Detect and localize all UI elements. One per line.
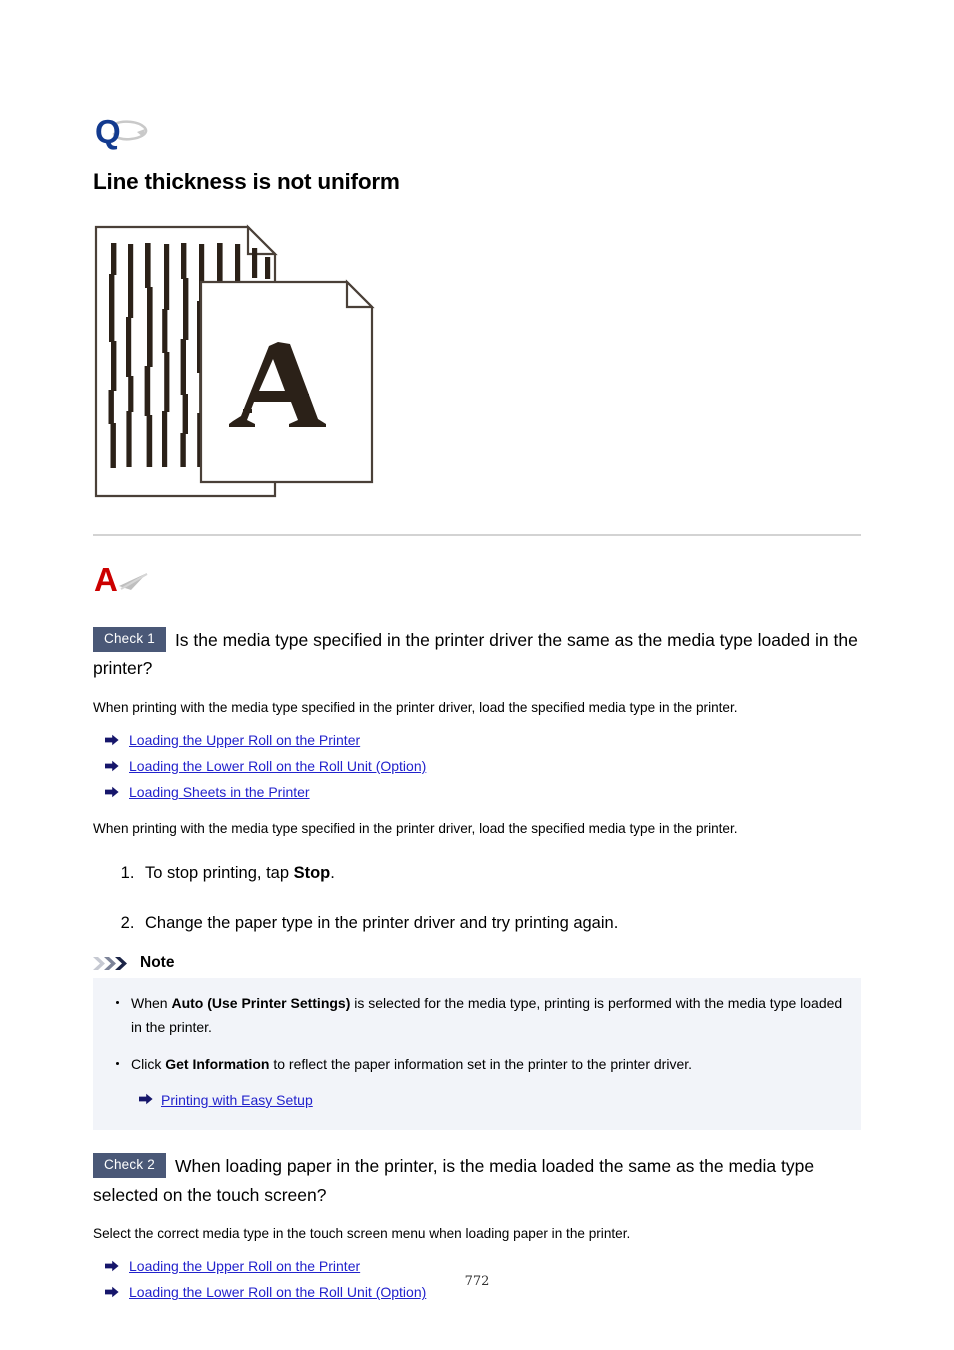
- note-item-2-bold: Get Information: [165, 1056, 270, 1073]
- check-2-intro: Select the correct media type in the tou…: [93, 1226, 631, 1242]
- triple-chevron-icon: [93, 956, 133, 971]
- arrow-right-icon: [139, 1093, 153, 1105]
- page-number: 772: [464, 1274, 490, 1289]
- step-1-suffix: .: [330, 863, 335, 882]
- link-loading-lower-roll[interactable]: Loading the Lower Roll on the Roll Unit …: [129, 758, 426, 774]
- note-item-1-prefix: When: [131, 995, 172, 1012]
- check-1-step-list: To stop printing, tap Stop. Change the p…: [93, 861, 861, 937]
- arrow-right-icon: [105, 786, 119, 798]
- note-title: Note: [140, 954, 175, 972]
- arrow-right-icon: [105, 760, 119, 772]
- check-1-badge: Check 1: [93, 627, 166, 652]
- note-heading: Note: [93, 954, 861, 972]
- list-item: To stop printing, tap Stop.: [139, 861, 861, 886]
- list-item: Loading the Upper Roll on the Printer: [105, 730, 861, 751]
- note-block: Note When Auto (Use Printer Settings) is…: [93, 954, 861, 1131]
- arrow-right-icon: [105, 1260, 119, 1272]
- bullet-icon: [116, 1062, 119, 1066]
- document-page: Q Line thickness is not uniform A Check …: [0, 0, 954, 1350]
- step-1-prefix: To stop printing, tap: [145, 863, 294, 882]
- check-1-heading: Check 1 Is the media type specified in th…: [93, 626, 861, 683]
- section-divider: [93, 534, 861, 537]
- note-item-list: When Auto (Use Printer Settings) is sele…: [109, 992, 845, 1112]
- list-item: Click Get Information to reflect the pap…: [109, 1053, 845, 1112]
- note-item-2-suffix: to reflect the paper information set in …: [269, 1056, 693, 1073]
- step-1-bold: Stop: [293, 863, 331, 882]
- check-1-link-list: Loading the Upper Roll on the Printer Lo…: [93, 730, 861, 804]
- link-loading-upper-roll[interactable]: Loading the Upper Roll on the Printer: [129, 732, 360, 748]
- svg-text:A: A: [94, 561, 118, 598]
- svg-text:Q: Q: [95, 113, 121, 150]
- step-2-prefix: Change the paper type in the printer dri…: [145, 914, 619, 933]
- link-loading-sheets[interactable]: Loading Sheets in the Printer: [129, 784, 310, 800]
- arrow-right-icon: [105, 734, 119, 746]
- check-2-badge: Check 2: [93, 1153, 166, 1178]
- letter-a-sample-sheet: [199, 279, 375, 484]
- check-1-intro: When printing with the media type specif…: [93, 699, 738, 715]
- list-item: Loading Sheets in the Printer: [105, 782, 861, 803]
- link-printing-with-easy-setup[interactable]: Printing with Easy Setup: [161, 1092, 313, 1108]
- check-1-second-paragraph: When printing with the media type specif…: [93, 820, 738, 836]
- print-sample-line-thickness-illustration: [93, 224, 383, 510]
- bullet-icon: [116, 1001, 119, 1005]
- check-1-question: Is the media type specified in the print…: [93, 630, 858, 679]
- page-content: Q Line thickness is not uniform A Check …: [93, 110, 861, 1309]
- note-item-2-prefix: Click: [131, 1056, 166, 1073]
- link-loading-upper-roll[interactable]: Loading the Upper Roll on the Printer: [129, 1258, 360, 1274]
- note-sublink-row: Printing with Easy Setup: [131, 1089, 845, 1113]
- note-item-1-bold: Auto (Use Printer Settings): [171, 995, 351, 1012]
- question-q-icon: Q: [93, 110, 155, 156]
- answer-icon-wrap: A: [93, 558, 861, 604]
- list-item: Loading the Lower Roll on the Roll Unit …: [105, 756, 861, 777]
- check-2-heading: Check 2 When loading paper in the printer…: [93, 1152, 861, 1209]
- answer-a-icon: A: [93, 558, 155, 604]
- page-title: Line thickness is not uniform: [93, 169, 400, 194]
- check-2-question: When loading paper in the printer, is th…: [93, 1156, 815, 1205]
- note-body: When Auto (Use Printer Settings) is sele…: [93, 978, 861, 1131]
- list-item: Change the paper type in the printer dri…: [139, 911, 861, 936]
- list-item: When Auto (Use Printer Settings) is sele…: [109, 992, 845, 1039]
